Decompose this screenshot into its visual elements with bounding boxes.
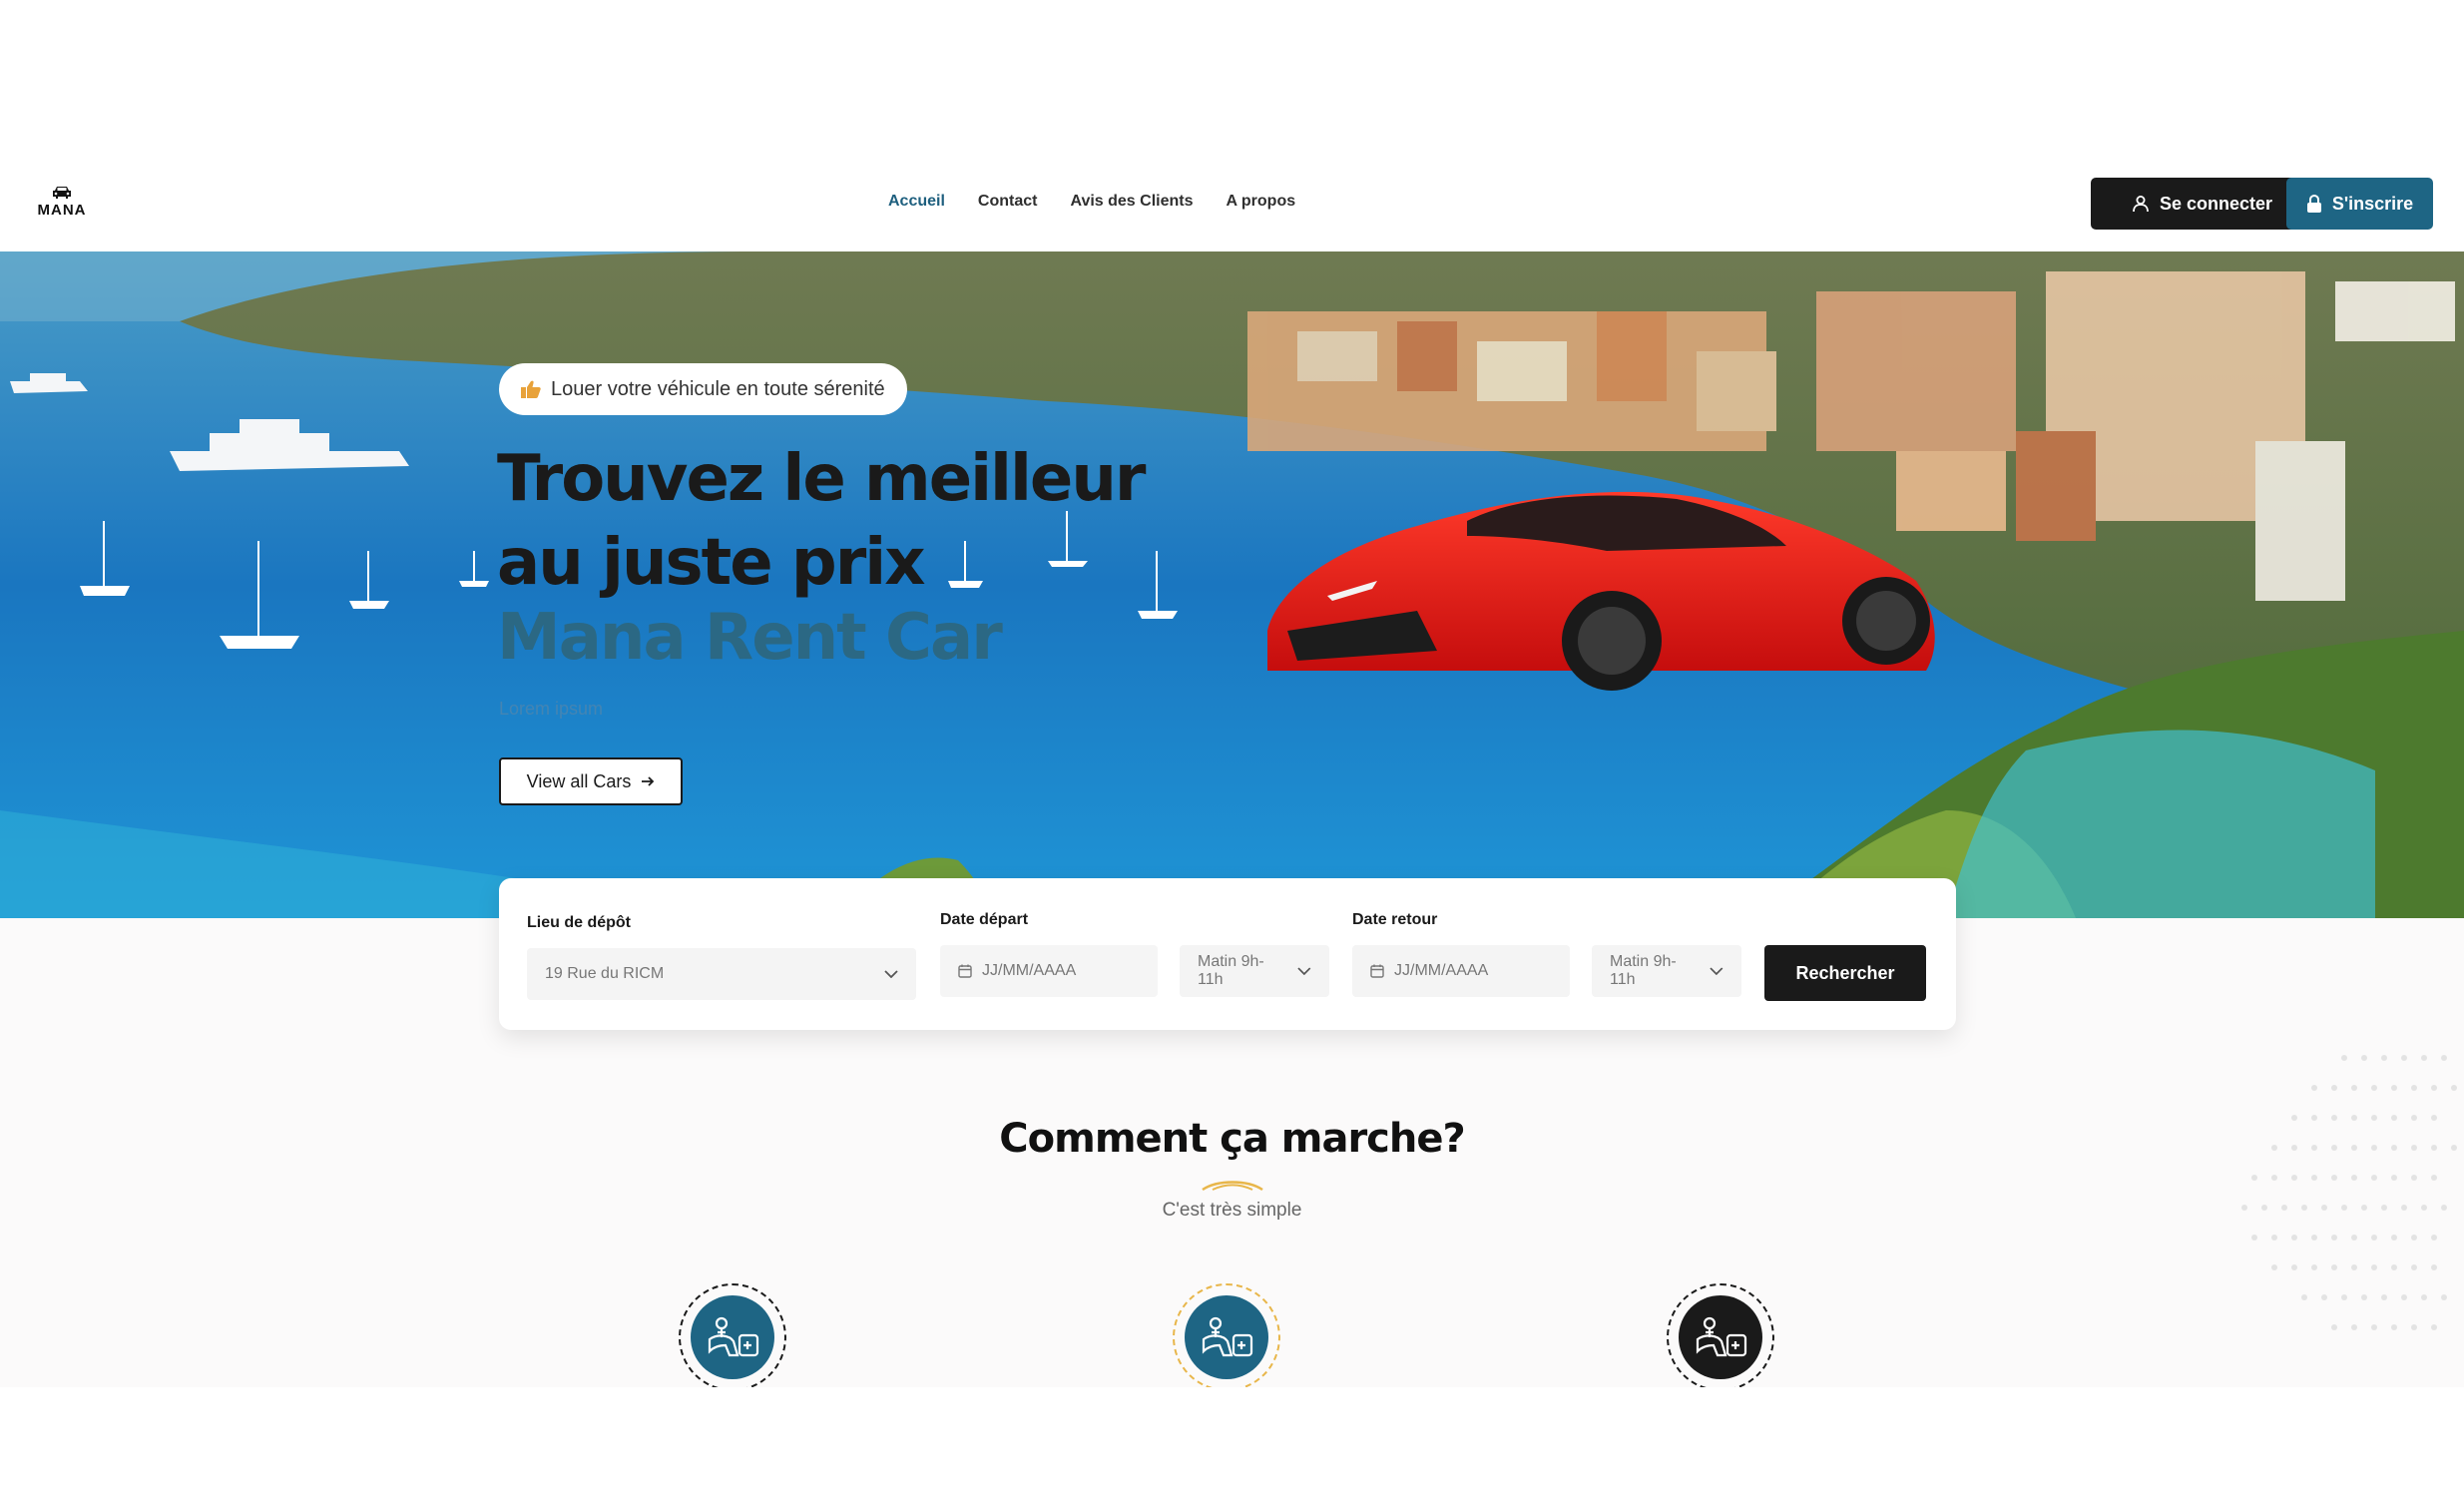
view-all-cars-label: View all Cars — [526, 770, 632, 791]
return-date-label: Date retour — [1352, 911, 1438, 928]
login-label: Se connecter — [2159, 193, 2273, 214]
depart-date-label: Date départ — [940, 911, 1029, 928]
view-all-cars-button[interactable]: View all Cars — [499, 757, 683, 805]
step-3-icon-badge — [1667, 1283, 1774, 1387]
main-nav: Accueil Contact Avis des Clients A propo… — [888, 193, 1295, 211]
calendar-icon — [958, 964, 972, 978]
chevron-down-icon — [884, 970, 898, 978]
depart-date-placeholder: JJ/MM/AAAA — [982, 962, 1077, 979]
pickup-location-value: 19 Rue du RICM — [545, 965, 665, 982]
return-date-input[interactable]: JJ/MM/AAAA — [1352, 945, 1570, 997]
key-car-icon — [1696, 1316, 1747, 1357]
lock-icon — [2306, 195, 2321, 213]
site-header: MANA Accueil Contact Avis des Clients A … — [0, 165, 2464, 252]
depart-date-input[interactable]: JJ/MM/AAAA — [940, 945, 1158, 997]
return-time-value: Matin 9h-11h — [1610, 953, 1677, 988]
return-date-placeholder: JJ/MM/AAAA — [1394, 962, 1489, 979]
signup-button[interactable]: S'inscrire — [2286, 178, 2433, 230]
key-car-icon — [1202, 1316, 1253, 1357]
brand-logo[interactable]: MANA — [36, 185, 88, 219]
chevron-down-icon — [1297, 967, 1311, 975]
signup-label: S'inscrire — [2331, 193, 2414, 214]
chevron-down-icon — [1710, 967, 1724, 975]
search-form: Lieu de dépôt 19 Rue du RICM Date départ… — [499, 878, 1956, 1030]
nav-item-a-propos[interactable]: A propos — [1227, 193, 1296, 211]
brand-name: MANA — [37, 202, 87, 219]
hero-section: Louer votre véhicule en toute sérenité T… — [0, 251, 2464, 918]
calendar-icon — [1370, 964, 1384, 978]
nav-item-avis-clients[interactable]: Avis des Clients — [1070, 193, 1193, 211]
nav-item-contact[interactable]: Contact — [978, 193, 1038, 211]
pickup-location-label: Lieu de dépôt — [527, 914, 631, 931]
login-button[interactable]: Se connecter — [2091, 178, 2313, 230]
nav-item-accueil[interactable]: Accueil — [888, 193, 945, 211]
title-underline-decoration — [1202, 1181, 1263, 1192]
section-subtitle: C'est très simple — [1162, 1200, 1302, 1221]
arrow-right-icon — [642, 776, 655, 786]
hero-badge-text: Louer votre véhicule en toute sérenité — [551, 377, 885, 400]
dot-pattern-decoration — [2241, 1055, 2457, 1330]
hero-title: Trouvez le meilleur au juste prix — [497, 442, 1146, 600]
user-icon — [2133, 196, 2149, 213]
step-1-icon-badge — [679, 1283, 786, 1387]
pickup-location-select[interactable]: 19 Rue du RICM — [527, 948, 916, 1000]
depart-time-select[interactable]: Matin 9h-11h — [1180, 945, 1329, 997]
hero-badge: Louer votre véhicule en toute sérenité — [499, 363, 907, 415]
search-button[interactable]: Rechercher — [1764, 945, 1926, 1001]
thumbs-up-icon — [521, 380, 541, 398]
key-car-icon — [708, 1316, 759, 1357]
hero-background-image — [0, 251, 2464, 918]
section-title: Comment ça marche? — [999, 1116, 1465, 1162]
hero-subtitle: Lorem ipsum — [499, 699, 604, 719]
car-logo-icon — [53, 187, 71, 199]
step-2-icon-badge — [1173, 1283, 1280, 1387]
hero-brand-line: Mana Rent Car — [497, 601, 1003, 675]
return-time-select[interactable]: Matin 9h-11h — [1592, 945, 1741, 997]
depart-time-value: Matin 9h-11h — [1198, 953, 1264, 988]
